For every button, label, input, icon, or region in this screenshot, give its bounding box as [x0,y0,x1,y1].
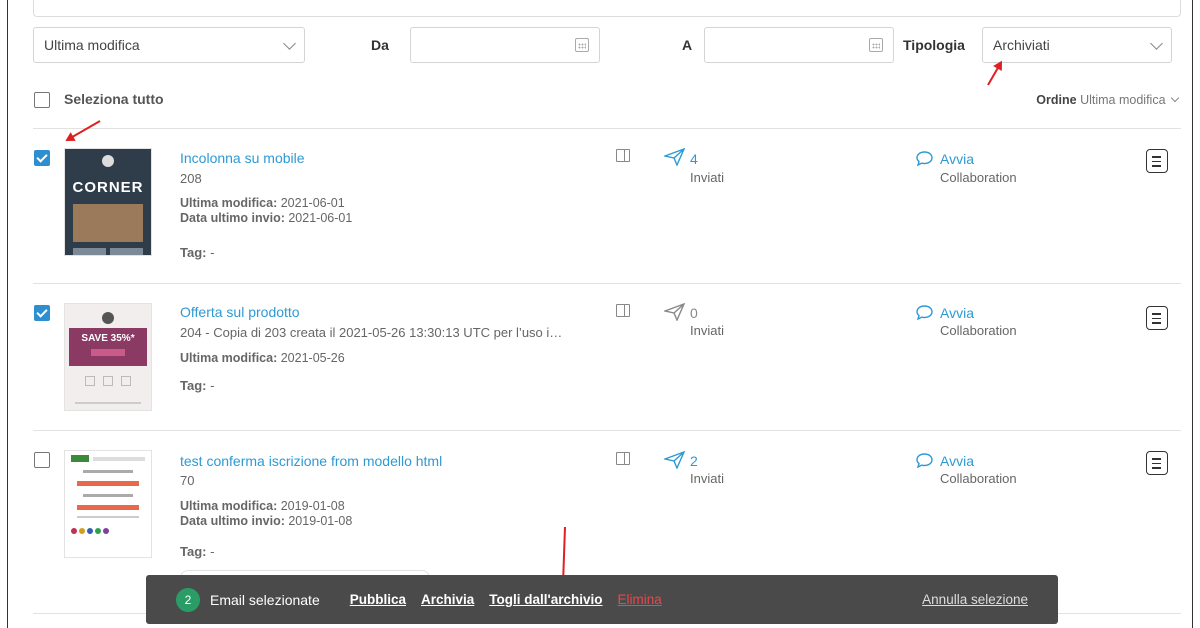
divider [33,128,1181,129]
sent-count[interactable]: 4 [690,151,698,167]
type-select[interactable]: Archiviati [982,27,1172,63]
sent-count[interactable]: 2 [690,453,698,469]
selected-label: Email selezionate [210,591,320,608]
delete-link[interactable]: Elimina [618,592,662,607]
collab-label: Collaboration [940,471,1017,486]
calendar-icon[interactable] [575,38,589,52]
row-checkbox[interactable] [34,150,50,166]
email-dates: Ultima modifica: 2019-01-08 Data ultimo … [180,499,353,528]
email-title-link[interactable]: Incolonna su mobile [180,150,305,166]
email-dates: Ultima modifica: 2021-05-26 [180,351,345,365]
template-icon[interactable] [616,304,630,317]
archive-link[interactable]: Archivia [421,592,474,607]
bulk-action-bar: 2 Email selezionate Pubblica Archivia To… [146,575,1058,624]
select-all-checkbox[interactable] [34,92,50,108]
search-panel-edge [33,0,1181,17]
cancel-selection-link[interactable]: Annulla selezione [922,592,1028,607]
order-value: Ultima modifica [1080,93,1166,107]
email-dates: Ultima modifica: 2021-06-01 Data ultimo … [180,196,353,225]
email-id: 208 [180,171,202,186]
selected-count-badge: 2 [176,587,200,612]
publish-link[interactable]: Pubblica [350,592,406,607]
sent-count: 0 [690,305,698,321]
sent-label: Inviati [690,471,724,486]
email-title-link[interactable]: Offerta sul prodotto [180,304,300,320]
annotation-arrow [66,120,101,141]
type-label: Tipologia [903,37,965,53]
sort-by-select[interactable]: Ultima modifica [33,27,305,63]
email-tags: Tag: - [180,544,215,559]
calendar-icon[interactable] [869,38,883,52]
annotation-arrow [987,61,1002,86]
select-all-label: Seleziona tutto [64,91,164,107]
sort-by-value: Ultima modifica [44,37,140,53]
email-thumbnail[interactable]: SAVE 35%* [64,303,152,411]
thumbnail-banner: SAVE 35%* [69,328,147,366]
collab-start-link[interactable]: Avvia [940,305,974,321]
divider [33,283,1181,284]
email-title-link[interactable]: test conferma iscrizione from modello ht… [180,453,442,469]
collab-label: Collaboration [940,323,1017,338]
collab-start-link[interactable]: Avvia [940,453,974,469]
template-icon[interactable] [616,452,630,465]
unarchive-link[interactable]: Togli dall'archivio [489,592,602,607]
email-thumbnail[interactable] [64,450,152,558]
email-tags: Tag: - [180,378,215,393]
send-icon [664,451,686,469]
email-list-panel: Ultima modifica Da A Tipologia Archiviat… [7,0,1193,628]
chevron-down-icon [1170,93,1180,103]
email-id: 204 - Copia di 203 creata il 2021-05-26 … [180,325,563,340]
chat-bubble-icon [916,453,933,468]
chat-bubble-icon [916,151,933,166]
sent-label: Inviati [690,323,724,338]
chat-bubble-icon [916,305,933,320]
chevron-down-icon [283,36,296,50]
to-label: A [682,37,693,53]
sent-label: Inviati [690,170,724,185]
order-select[interactable]: Ordine Ultima modifica [1036,93,1180,107]
email-id: 70 [180,473,195,488]
row-checkbox[interactable] [34,452,50,468]
logo-icon [102,155,114,167]
thumbnail-headline: CORNER [72,179,144,196]
divider [33,430,1181,431]
thumbnail-image [73,204,143,242]
thumbnail-headline: SAVE 35%* [81,333,135,344]
logo-icon [102,312,114,324]
collab-start-link[interactable]: Avvia [940,151,974,167]
send-icon [664,303,686,321]
send-icon [664,148,686,166]
collab-label: Collaboration [940,170,1017,185]
type-value: Archiviati [993,37,1050,53]
row-menu-button[interactable] [1146,306,1168,330]
from-label: Da [371,37,389,53]
email-tags: Tag: - [180,245,215,260]
email-thumbnail[interactable]: CORNER [64,148,152,256]
to-date-input[interactable] [704,27,894,63]
row-menu-button[interactable] [1146,451,1168,475]
chevron-down-icon [1150,36,1163,50]
template-icon[interactable] [616,149,630,162]
from-date-input[interactable] [410,27,600,63]
row-checkbox[interactable] [34,305,50,321]
order-label: Ordine [1036,93,1077,107]
row-menu-button[interactable] [1146,149,1168,173]
